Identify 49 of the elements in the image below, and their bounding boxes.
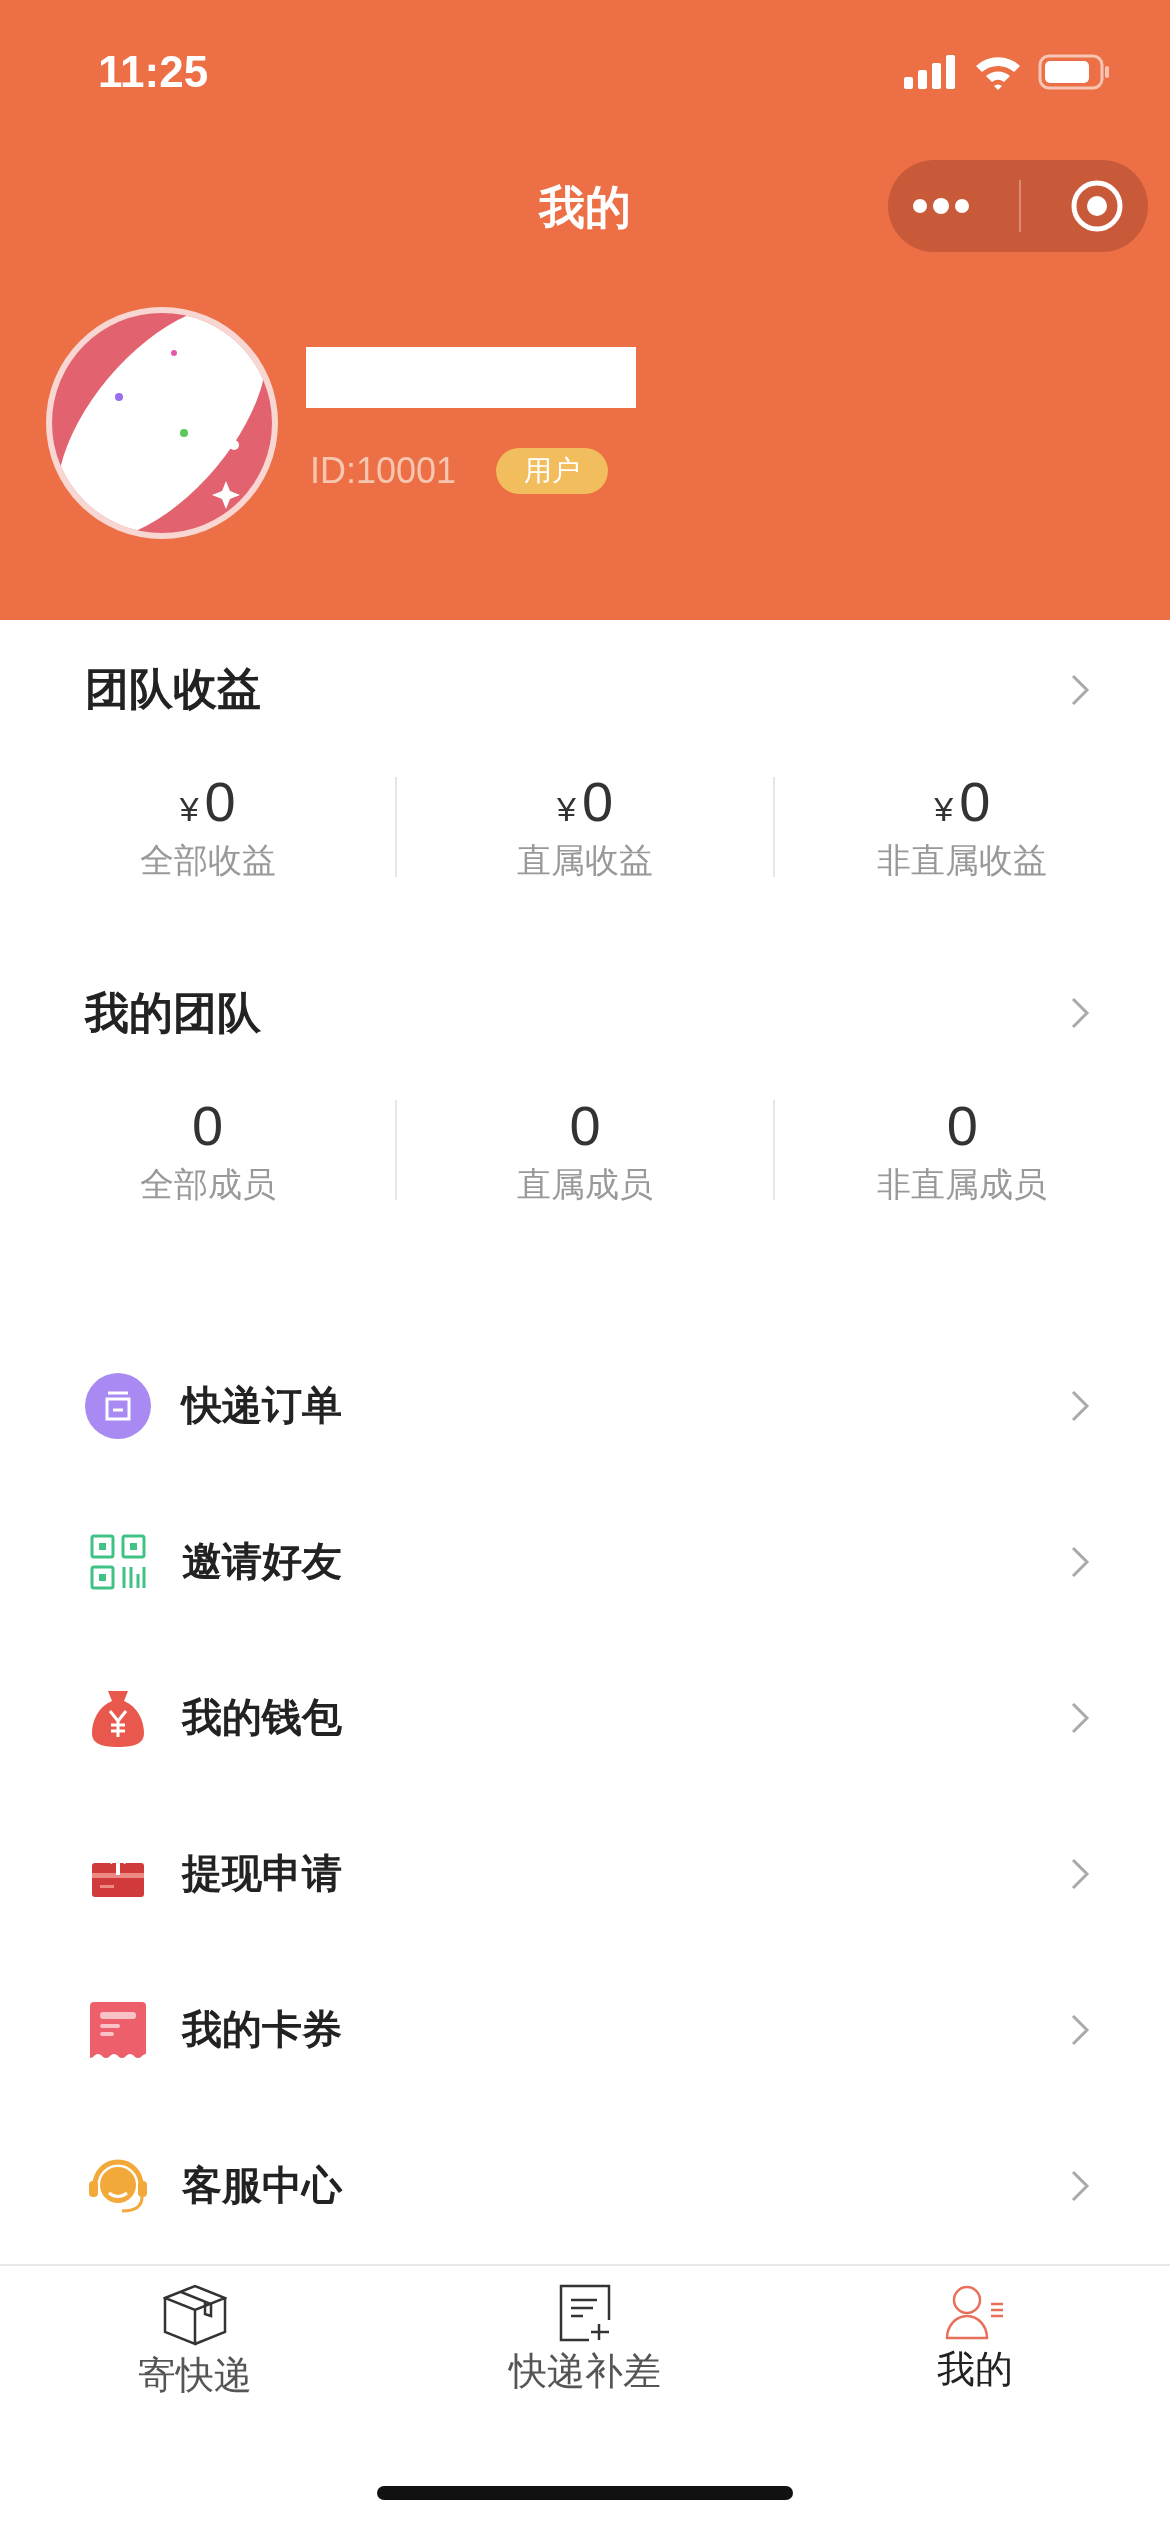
stat-label: 全部收益 xyxy=(139,839,276,883)
tab[interactable]: 寄快递 xyxy=(0,2283,390,2433)
stat-value: 0 xyxy=(946,1092,978,1158)
stat-label: 全部成员 xyxy=(139,1162,276,1206)
stat-label: 直属成员 xyxy=(517,1162,653,1206)
section-header[interactable]: 我的团队 xyxy=(0,983,1170,1043)
tab[interactable]: 我的 xyxy=(780,2283,1170,2433)
page-title: 我的 xyxy=(539,178,631,236)
chevron-right-icon xyxy=(1070,996,1090,1031)
signal-icon xyxy=(904,55,958,89)
menu-item[interactable]: 邀请好友 xyxy=(0,1483,1170,1640)
section-title: 我的团队 xyxy=(85,985,261,1040)
user-id: ID:10001 xyxy=(310,449,457,492)
coupon-icon xyxy=(90,2001,146,2058)
status-time: 11:25 xyxy=(98,47,209,97)
money-bag-icon xyxy=(92,1688,144,1747)
stat-label: 直属收益 xyxy=(517,839,653,883)
stat-value: 0 xyxy=(569,1092,601,1158)
chevron-right-icon xyxy=(1070,1544,1090,1579)
section-title: 团队收益 xyxy=(85,662,261,717)
role-badge: 用户 xyxy=(496,447,609,494)
stat-value: ¥0 xyxy=(556,769,614,835)
menu-item[interactable]: 快递订单 xyxy=(0,1327,1170,1484)
close-target-icon[interactable] xyxy=(1069,179,1124,233)
chevron-right-icon xyxy=(1070,672,1090,707)
battery-icon xyxy=(1038,54,1110,90)
stat-value: ¥0 xyxy=(179,769,236,835)
document-plus-icon xyxy=(559,2283,611,2342)
menu-item[interactable]: 我的钱包 xyxy=(0,1639,1170,1796)
box-icon xyxy=(163,2283,227,2346)
qr-code-icon xyxy=(90,1533,146,1590)
more-icon[interactable] xyxy=(912,198,971,214)
user-icon xyxy=(945,2283,1005,2340)
chevron-right-icon xyxy=(1070,1700,1090,1735)
menu-item[interactable]: 提现申请 xyxy=(0,1795,1170,1952)
wifi-icon xyxy=(974,54,1022,90)
chevron-right-icon xyxy=(1070,2168,1090,2203)
tab[interactable]: 快递补差 xyxy=(390,2283,780,2433)
menu-item[interactable]: 客服中心 xyxy=(0,2107,1170,2264)
stat-label: 非直属成员 xyxy=(877,1162,1048,1206)
chevron-right-icon xyxy=(1070,1856,1090,1891)
stat-label: 非直属收益 xyxy=(877,839,1048,883)
chevron-right-icon xyxy=(1070,2012,1090,2047)
stat-value: 0 xyxy=(192,1092,224,1158)
chevron-right-icon xyxy=(1070,1388,1090,1423)
menu-item[interactable]: 我的卡券 xyxy=(0,1951,1170,2108)
stat-value: ¥0 xyxy=(934,769,991,835)
section-header[interactable]: 团队收益 xyxy=(0,660,1170,720)
box-icon xyxy=(85,1372,151,1439)
